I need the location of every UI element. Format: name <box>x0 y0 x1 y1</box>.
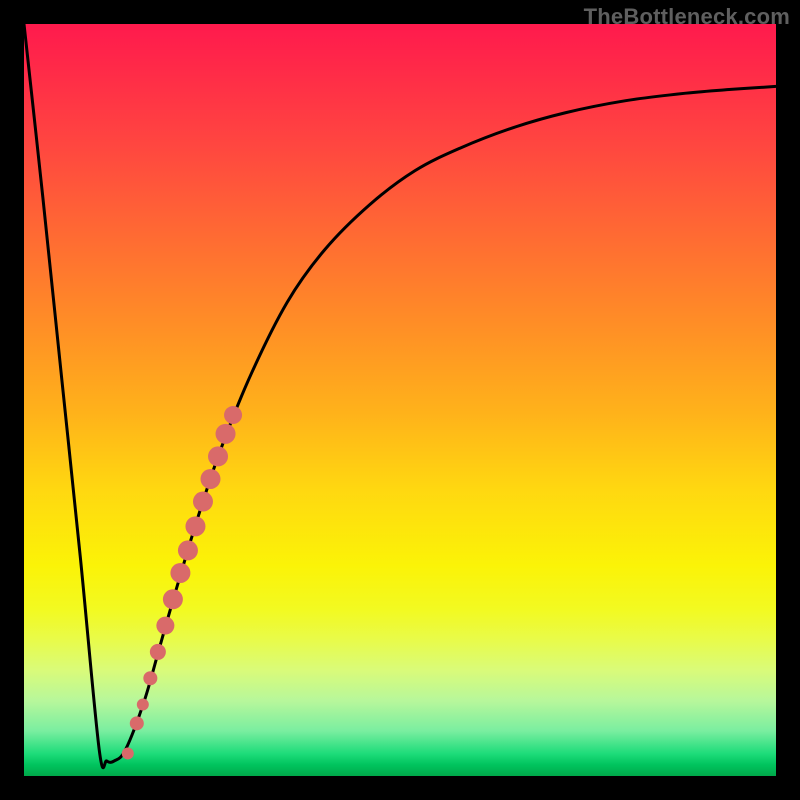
highlight-point <box>178 540 198 560</box>
highlight-point <box>208 446 228 466</box>
watermark-text: TheBottleneck.com <box>584 4 790 30</box>
chart-frame: TheBottleneck.com <box>0 0 800 800</box>
marker-layer <box>122 406 242 759</box>
highlight-point <box>163 589 183 609</box>
highlight-point <box>216 424 236 444</box>
highlight-point <box>143 671 157 685</box>
highlight-point <box>130 716 144 730</box>
highlight-point <box>193 492 213 512</box>
highlight-point <box>122 747 134 759</box>
highlight-point <box>201 469 221 489</box>
highlight-point <box>224 406 242 424</box>
highlight-point <box>185 516 205 536</box>
chart-svg <box>24 24 776 776</box>
highlight-point <box>150 644 166 660</box>
highlight-point <box>156 617 174 635</box>
curve-layer <box>24 24 776 768</box>
bottleneck-curve <box>24 24 776 768</box>
highlight-point <box>137 699 149 711</box>
plot-area <box>24 24 776 776</box>
highlight-point <box>170 563 190 583</box>
